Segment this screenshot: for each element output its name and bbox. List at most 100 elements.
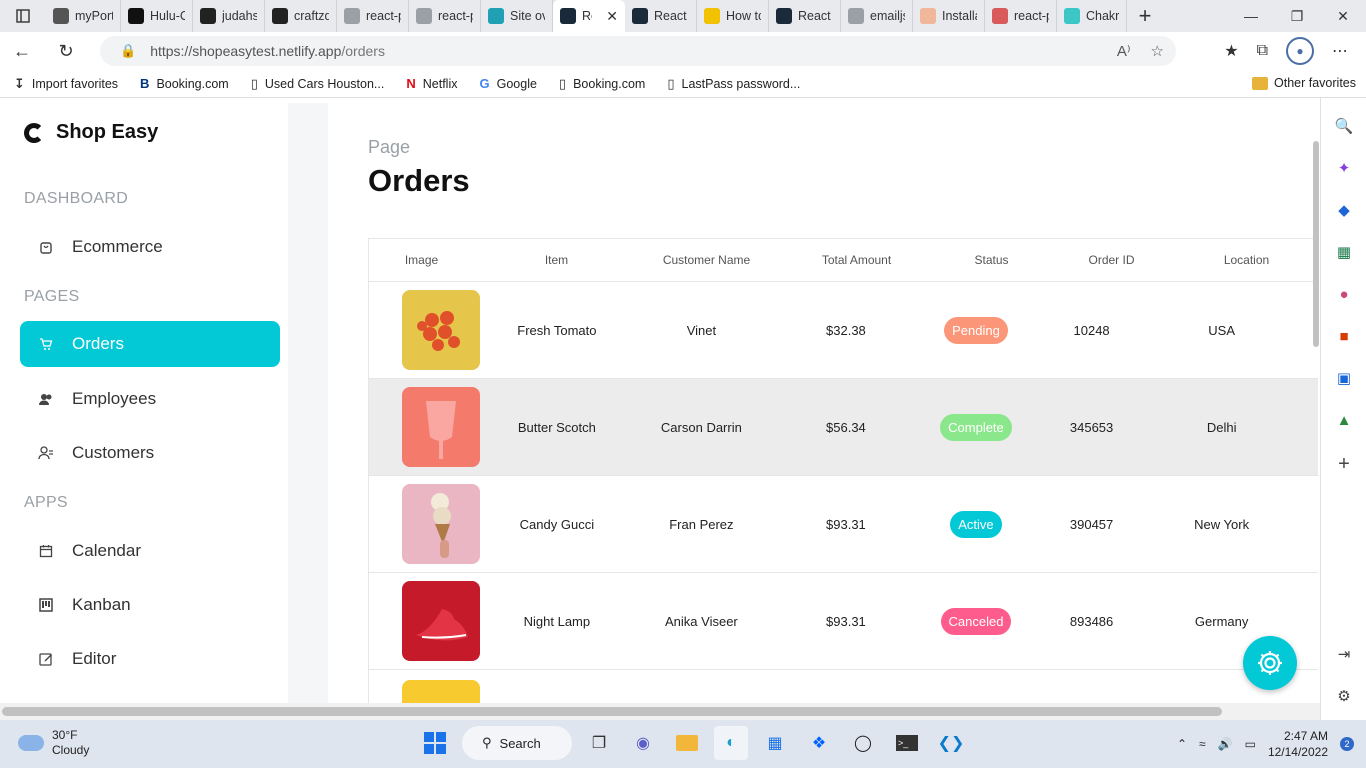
sidebar-item-customers[interactable]: Customers (20, 430, 280, 476)
table-row[interactable]: Fresh Tomato Vinet $32.38 Pending 10248 … (369, 282, 1318, 379)
search-icon[interactable]: 🔍 (1334, 116, 1354, 136)
bookmark-item[interactable]: ↧ Import favorites (14, 76, 118, 92)
scrollbar-thumb[interactable] (1313, 141, 1319, 347)
notification-badge[interactable]: 2 (1340, 737, 1354, 751)
volume-icon[interactable]: 🔊 (1218, 737, 1233, 751)
edge-icon[interactable]: ◐ (714, 726, 748, 760)
bookmark-item[interactable]: B Booking.com (140, 76, 229, 91)
browser-tab[interactable]: myPort (46, 0, 121, 32)
tab-title: judahs (222, 9, 257, 23)
dropbox-icon[interactable]: ❖ (802, 726, 836, 760)
status-badge: Pending (944, 316, 1008, 344)
netlify-icon (488, 8, 504, 24)
browser-tab[interactable]: craftzd (265, 0, 337, 32)
clock[interactable]: 2:47 AM 12/14/2022 (1268, 728, 1328, 760)
scrollbar-thumb[interactable] (2, 707, 1222, 716)
add-icon[interactable]: + (1334, 453, 1354, 475)
tab-title: Re (582, 9, 592, 23)
games-icon[interactable]: ● (1334, 284, 1354, 304)
browser-tab[interactable]: judahs (193, 0, 265, 32)
start-icon[interactable] (418, 726, 452, 760)
vscode-icon[interactable]: ❮❯ (934, 726, 968, 760)
browser-tab[interactable]: Re ✕ (553, 0, 625, 32)
settings-icon[interactable]: ⚙ (1334, 686, 1354, 706)
column-header-image[interactable]: Image (369, 253, 474, 267)
browser-tab[interactable]: Chakra (1057, 0, 1127, 32)
bookmark-item[interactable]: G Google (479, 76, 536, 91)
office-icon[interactable]: ■ (1334, 326, 1354, 346)
refresh-button[interactable]: ↻ (44, 41, 88, 62)
close-tab-icon[interactable]: ✕ (606, 8, 618, 25)
taskbar-search[interactable]: ⚲ Search (462, 726, 572, 760)
gear-icon (1258, 651, 1282, 675)
outlook-icon[interactable]: ▣ (1334, 368, 1354, 388)
browser-tab[interactable]: emailjs (841, 0, 913, 32)
other-favorites[interactable]: Other favorites (1252, 76, 1356, 90)
sidebar-item-label: Orders (72, 334, 124, 353)
more-menu-icon[interactable]: ⋯ (1332, 41, 1348, 61)
back-button[interactable]: ← (0, 41, 44, 62)
browser-tab[interactable]: React A (769, 0, 841, 32)
store-icon[interactable]: ▦ (758, 726, 792, 760)
read-aloud-icon[interactable]: A⁾ (1117, 42, 1131, 60)
teams-icon[interactable]: ◉ (626, 726, 660, 760)
table-row[interactable]: Butter Scotch Carson Darrin $56.34 Compl… (369, 379, 1318, 476)
tools-icon[interactable]: ▦ (1334, 242, 1354, 262)
sidebar-item-editor[interactable]: Editor (20, 636, 280, 682)
close-window-button[interactable]: ✕ (1320, 0, 1366, 32)
tab-title: Chakra (1086, 9, 1119, 23)
copilot-icon[interactable]: ✦ (1334, 158, 1354, 178)
new-tab-button[interactable]: + (1127, 3, 1163, 29)
tab-actions-icon[interactable] (0, 0, 46, 32)
column-header-order-id[interactable]: Order ID (1044, 253, 1179, 267)
app-icon[interactable]: ◯ (846, 726, 880, 760)
profile-avatar[interactable]: ● (1286, 37, 1314, 65)
tree-icon[interactable]: ▲ (1334, 410, 1354, 430)
table-row[interactable]: Candy Gucci Fran Perez $93.31 Active 390… (369, 476, 1318, 573)
sidebar-item-calendar[interactable]: Calendar (20, 528, 280, 574)
column-header-customer[interactable]: Customer Name (639, 253, 774, 267)
browser-tab[interactable]: Installa (913, 0, 985, 32)
column-header-item[interactable]: Item (474, 253, 639, 267)
bookmark-item[interactable]: ▯ Used Cars Houston... (251, 76, 385, 92)
horizontal-scrollbar[interactable] (0, 703, 1320, 720)
chevron-up-icon[interactable]: ⌃ (1177, 737, 1187, 751)
terminal-icon[interactable]: >_ (890, 726, 924, 760)
sidebar-item-kanban[interactable]: Kanban (20, 582, 280, 628)
task-view-icon[interactable]: ❐ (582, 726, 616, 760)
url-field[interactable]: 🔒 https://shopeasytest.netlify.app/order… (100, 36, 1176, 66)
battery-icon[interactable]: ▭ (1245, 737, 1256, 751)
browser-tab[interactable]: react-p (337, 0, 409, 32)
bookmark-item[interactable]: ▯ Booking.com (559, 76, 645, 92)
page-vertical-scrollbar[interactable] (1312, 103, 1320, 703)
wifi-icon[interactable]: ≈ (1199, 737, 1206, 751)
sidebar-item-ecommerce[interactable]: Ecommerce (20, 224, 280, 270)
settings-fab-button[interactable] (1243, 636, 1297, 690)
bookmark-item[interactable]: ▯ LastPass password... (667, 76, 800, 92)
browser-tab[interactable]: How to (697, 0, 769, 32)
clock-date: 12/14/2022 (1267, 745, 1328, 759)
browser-tab[interactable]: React A (625, 0, 697, 32)
browser-tab[interactable]: react-p (409, 0, 481, 32)
sidebar-toggle-icon[interactable]: ⇥ (1334, 644, 1354, 664)
collections-icon[interactable]: ⧉ (1257, 42, 1268, 60)
column-header-location[interactable]: Location (1179, 253, 1314, 267)
shopping-tag-icon[interactable]: ◆ (1334, 200, 1354, 220)
column-header-amount[interactable]: Total Amount (774, 253, 939, 267)
favorites-icon[interactable]: ★ (1224, 41, 1238, 61)
sidebar-item-employees[interactable]: Employees (20, 376, 280, 422)
brand-logo[interactable]: Shop Easy (24, 121, 158, 144)
browser-tab[interactable]: Hulu-C (121, 0, 193, 32)
table-row[interactable]: Night Lamp Anika Viseer $93.31 Canceled … (369, 573, 1318, 670)
weather-widget[interactable]: 30°F Cloudy (18, 728, 89, 758)
column-header-status[interactable]: Status (939, 253, 1044, 267)
minimize-button[interactable]: — (1228, 0, 1274, 32)
browser-tab[interactable]: react-p (985, 0, 1057, 32)
bookmark-item[interactable]: N Netflix (406, 76, 457, 91)
table-row[interactable] (369, 670, 1318, 703)
file-explorer-icon[interactable] (670, 726, 704, 760)
browser-tab[interactable]: Site ov (481, 0, 553, 32)
sidebar-item-orders[interactable]: Orders (20, 321, 280, 367)
add-favorite-icon[interactable]: ☆ (1151, 42, 1164, 60)
restore-button[interactable]: ❐ (1274, 0, 1320, 32)
